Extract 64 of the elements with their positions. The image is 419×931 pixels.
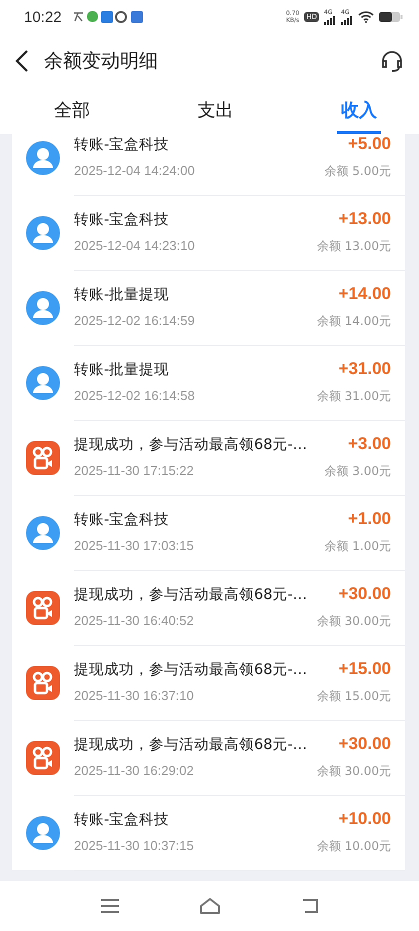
page-title: 余额变动明细	[44, 49, 159, 74]
balance-text: 余额 5.00元	[324, 163, 391, 180]
transaction-amount: +13.00	[338, 209, 391, 229]
wifi-icon	[358, 11, 374, 23]
tab[interactable]: 全部	[50, 88, 94, 134]
transaction-title: 提现成功，参与活动最高领68元-…	[74, 436, 308, 454]
transaction-amount: +30.00	[338, 734, 391, 754]
back-icon[interactable]	[14, 49, 30, 73]
transaction-title: 转账-宝盒科技	[74, 810, 170, 829]
transaction-time: 2025-11-30 10:37:15	[74, 838, 194, 853]
person-avatar-icon	[26, 516, 60, 550]
signal-icon	[324, 16, 336, 24]
tab[interactable]: 支出	[194, 88, 238, 134]
person-avatar-icon	[26, 216, 60, 250]
transaction-title: 转账-批量提现	[74, 361, 170, 379]
transaction-amount: +30.00	[338, 584, 391, 604]
transaction-amount: +14.00	[338, 284, 391, 304]
transaction-time: 2025-11-30 17:03:15	[74, 538, 194, 553]
person-avatar-icon	[26, 816, 60, 850]
transaction-title: 转账-宝盒科技	[74, 510, 170, 529]
back-nav-icon[interactable]	[301, 898, 320, 914]
transaction-amount: +15.00	[338, 659, 391, 679]
transaction-time: 2025-11-30 16:40:52	[74, 613, 194, 628]
battery-icon	[379, 11, 403, 23]
app-logo-icon	[26, 440, 60, 474]
transaction-time: 2025-12-04 14:24:00	[74, 163, 195, 178]
balance-text: 余额 15.00元	[316, 688, 391, 705]
transaction-title: 转账-批量提现	[74, 286, 170, 304]
transaction-title: 提现成功，参与活动最高领68元-…	[74, 736, 308, 754]
home-icon[interactable]	[199, 897, 222, 915]
balance-text: 余额 1.00元	[324, 538, 391, 555]
person-avatar-icon	[26, 366, 60, 400]
transaction-amount: +31.00	[338, 359, 391, 379]
balance-text: 余额 30.00元	[316, 763, 391, 780]
balance-text: 余额 13.00元	[316, 238, 391, 255]
transaction-time: 2025-11-30 16:37:10	[74, 688, 194, 703]
transaction-time: 2025-11-30 17:15:22	[74, 463, 194, 478]
transaction-amount: +3.00	[348, 434, 391, 454]
person-avatar-icon	[26, 140, 60, 174]
balance-text: 余额 14.00元	[316, 313, 391, 330]
app-logo-icon	[26, 590, 60, 624]
app-logo-icon	[26, 666, 60, 700]
signal-icon	[341, 16, 353, 24]
notification-icons-drawing	[72, 10, 143, 24]
transaction-amount: +1.00	[348, 509, 391, 529]
balance-text: 余额 30.00元	[316, 613, 391, 630]
transaction-time: 2025-12-02 16:14:58	[74, 388, 195, 403]
transaction-title: 提现成功，参与活动最高领68元-…	[74, 660, 308, 679]
person-avatar-icon	[26, 290, 60, 324]
transaction-title: 转账-宝盒科技	[74, 136, 170, 154]
transaction-title: 转账-宝盒科技	[74, 210, 170, 229]
balance-text: 余额 31.00元	[316, 388, 391, 405]
transaction-amount: +10.00	[338, 809, 391, 829]
headset-icon[interactable]	[379, 48, 405, 74]
balance-text: 余额 10.00元	[316, 838, 391, 855]
balance-text: 余额 3.00元	[324, 463, 391, 480]
menu-icon[interactable]	[100, 898, 120, 914]
transaction-time: 2025-11-30 16:29:02	[74, 763, 194, 778]
transaction-time: 2025-12-04 14:23:10	[74, 238, 195, 253]
transaction-time: 2025-12-02 16:14:59	[74, 313, 195, 328]
transaction-amount: +5.00	[348, 134, 391, 154]
clock-time: 10:22	[24, 8, 62, 26]
transaction-title: 提现成功，参与活动最高领68元-…	[74, 586, 308, 604]
app-logo-icon	[26, 740, 60, 774]
